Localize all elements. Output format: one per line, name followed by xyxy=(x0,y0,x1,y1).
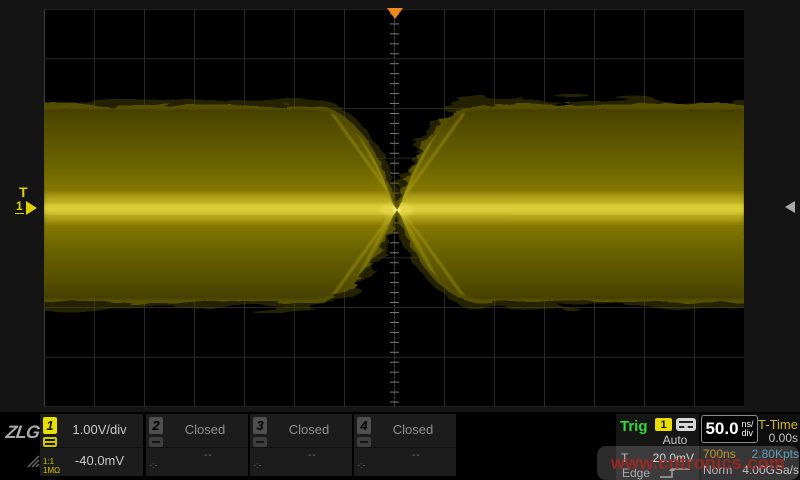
resize-grip-icon xyxy=(26,454,40,468)
dc-coupling-icon xyxy=(43,437,57,447)
ttime-label: T-Time xyxy=(758,417,798,432)
timebase-scale-unit: ns/ div xyxy=(742,420,754,438)
trigger-level-label: T xyxy=(621,451,628,465)
channel1-info-box[interactable]: 1 1.00V/div -40.0mV 1:1 1MΩ xyxy=(40,414,143,476)
divider xyxy=(250,447,352,448)
channel3-badge: 3 xyxy=(253,417,267,434)
trigger-level-value: 20.0mV xyxy=(653,451,694,465)
acquisition-mode: Norm xyxy=(703,463,732,477)
channel2-info-box[interactable]: 2 Closed -:- -- xyxy=(146,414,248,476)
timebase-scale-value: 50.0 xyxy=(705,419,738,439)
sample-rate: 4.00GSa/s xyxy=(742,463,799,477)
brand-name: ZLG xyxy=(5,422,41,442)
trigger-level-left-label[interactable]: T xyxy=(19,184,28,200)
channel3-sub-left: -:- xyxy=(253,460,262,470)
probe-ratio: 1:1 xyxy=(43,457,60,466)
channel4-badge: 4 xyxy=(357,417,371,434)
coupling-off-icon xyxy=(253,437,267,447)
divider xyxy=(146,447,248,448)
channel4-sub-right: -- xyxy=(412,450,421,461)
channel2-badge: 2 xyxy=(149,417,163,434)
rising-edge-icon xyxy=(658,466,692,479)
trigger-title: Trig xyxy=(620,418,648,435)
trigger-type: Edge xyxy=(622,466,650,480)
divider xyxy=(40,447,143,448)
trigger-position-marker-icon[interactable] xyxy=(387,8,403,19)
coupling-off-icon xyxy=(149,437,163,447)
trigger-info-box[interactable]: Trig 1 Auto T 20.0mV Edge xyxy=(616,414,699,480)
timebase-info-box[interactable]: 50.0 ns/ div T-Time 0.00s 700ns 2.80Kpts… xyxy=(701,414,800,480)
channel3-info-box[interactable]: 3 Closed -:- -- xyxy=(250,414,352,476)
channel1-position-marker[interactable]: 1 xyxy=(15,200,37,215)
trigger-source-badge: 1 xyxy=(655,418,672,431)
timebase-scale-box[interactable]: 50.0 ns/ div xyxy=(701,415,758,443)
trigger-level-marker-icon[interactable] xyxy=(785,201,795,213)
divider xyxy=(354,447,456,448)
channel3-sub-right: -- xyxy=(308,450,317,461)
channel1-badge: 1 xyxy=(43,417,57,434)
channel2-sub-left: -:- xyxy=(149,460,158,470)
trigger-mode: Auto xyxy=(652,433,698,447)
channel1-probe-impedance: 1:1 1MΩ xyxy=(43,457,60,475)
trigger-delay: 700ns xyxy=(703,447,736,461)
channel3-state: Closed xyxy=(270,422,348,437)
channel1-marker-label: 1 xyxy=(15,201,24,214)
ttime-value: 0.00s xyxy=(769,431,798,445)
right-arrow-icon xyxy=(26,201,37,215)
channel2-sub-right: -- xyxy=(204,450,213,461)
trigger-coupling-icon xyxy=(676,418,696,431)
status-bar: ZLG® 1 1.00V/div -40.0mV 1:1 1MΩ xyxy=(0,412,800,480)
channel2-state: Closed xyxy=(166,422,244,437)
unit-denominator: div xyxy=(742,429,754,438)
oscilloscope-ui: T 1 ZLG® 1 1.00V/div -40.0mV 1: xyxy=(0,0,800,480)
channel4-sub-left: -:- xyxy=(357,460,366,470)
waveform-display xyxy=(44,9,744,407)
channel4-info-box[interactable]: 4 Closed -:- -- xyxy=(354,414,456,476)
channel1-scale: 1.00V/div xyxy=(60,422,139,437)
memory-depth: 2.80Kpts xyxy=(752,447,799,461)
channel1-offset: -40.0mV xyxy=(60,453,139,468)
display-screen: T 1 xyxy=(0,0,800,412)
input-impedance: 1MΩ xyxy=(43,466,60,475)
channel4-state: Closed xyxy=(374,422,452,437)
coupling-off-icon xyxy=(357,437,371,447)
waveform-grid xyxy=(44,9,744,407)
